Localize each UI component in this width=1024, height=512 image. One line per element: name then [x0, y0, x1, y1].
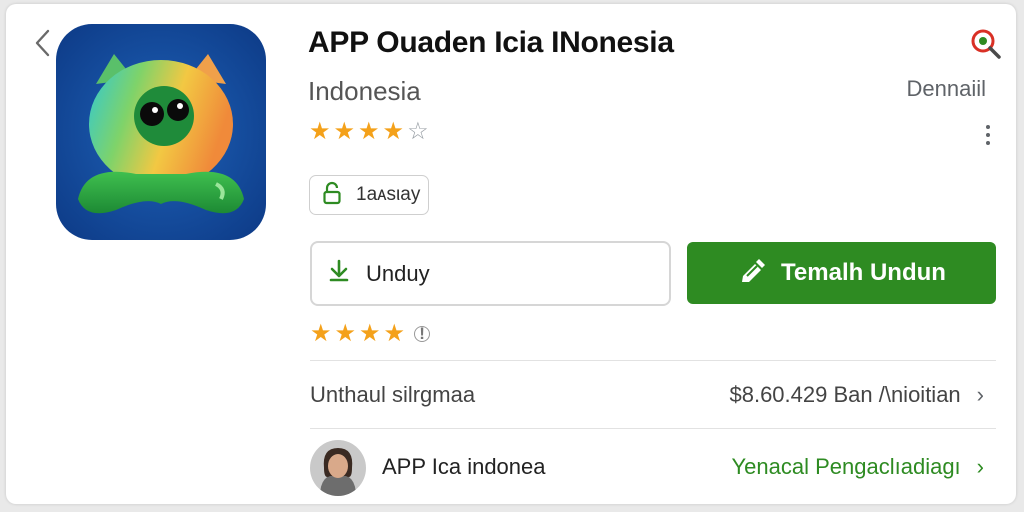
star-empty-icon: ☆ — [407, 118, 429, 145]
star-filled-icon: ★ — [334, 320, 357, 347]
info-row-label: Unthaul silrgmaa — [310, 382, 476, 407]
app-rating: ★ ★ ★ ★ ☆ — [309, 120, 429, 144]
chip-label: 1aᴀsιay — [356, 184, 421, 205]
star-filled-icon: ★ — [382, 118, 405, 145]
search-icon[interactable] — [966, 24, 1006, 64]
developer-link[interactable]: Yenacal Pengaclıadiagı › — [732, 454, 984, 480]
price-value: $8.60.429 Ban /\nioitian — [729, 382, 961, 407]
divider — [310, 360, 996, 361]
avatar[interactable] — [310, 440, 366, 496]
info-row-price[interactable]: $8.60.429 Ban /\nioitian › — [729, 382, 984, 408]
back-chevron-icon[interactable] — [30, 26, 56, 60]
rating-row: ★ ★ ★ ★ ! — [310, 320, 431, 347]
divider — [310, 428, 996, 429]
developer-link-label: Yenacal Pengaclıadiagı — [731, 454, 961, 479]
app-details-card: APP Ouaden Icia INonesia Indonesia Denna… — [6, 4, 1016, 504]
lock-icon — [322, 181, 342, 210]
more-vert-icon[interactable] — [974, 120, 1002, 150]
chevron-right-icon: › — [976, 454, 984, 479]
star-filled-icon: ★ — [358, 118, 380, 145]
edit-tag-icon — [737, 256, 767, 291]
star-filled-icon: ★ — [383, 320, 406, 347]
primary-action-button[interactable]: Temalh Undun — [687, 242, 996, 304]
app-logo[interactable] — [56, 24, 266, 240]
chevron-right-icon: › — [976, 382, 984, 407]
download-button-label: Unduy — [366, 260, 430, 286]
info-badge-icon[interactable]: ! — [414, 324, 431, 343]
download-button[interactable]: Unduy — [310, 241, 671, 306]
app-chip[interactable]: 1aᴀsιay — [309, 175, 429, 215]
primary-action-label: Temalh Undun — [781, 259, 946, 286]
app-subtitle: Indonesia — [308, 76, 421, 106]
star-filled-icon: ★ — [359, 320, 381, 347]
star-filled-icon: ★ — [309, 118, 331, 145]
app-title: APP Ouaden Icia INonesia — [308, 26, 674, 59]
star-filled-icon: ★ — [333, 118, 356, 145]
star-filled-icon: ★ — [310, 320, 332, 347]
download-arrow-icon — [326, 258, 352, 289]
detail-link[interactable]: Dennaiil — [907, 76, 987, 102]
developer-name: APP Ica indonea — [382, 454, 546, 479]
